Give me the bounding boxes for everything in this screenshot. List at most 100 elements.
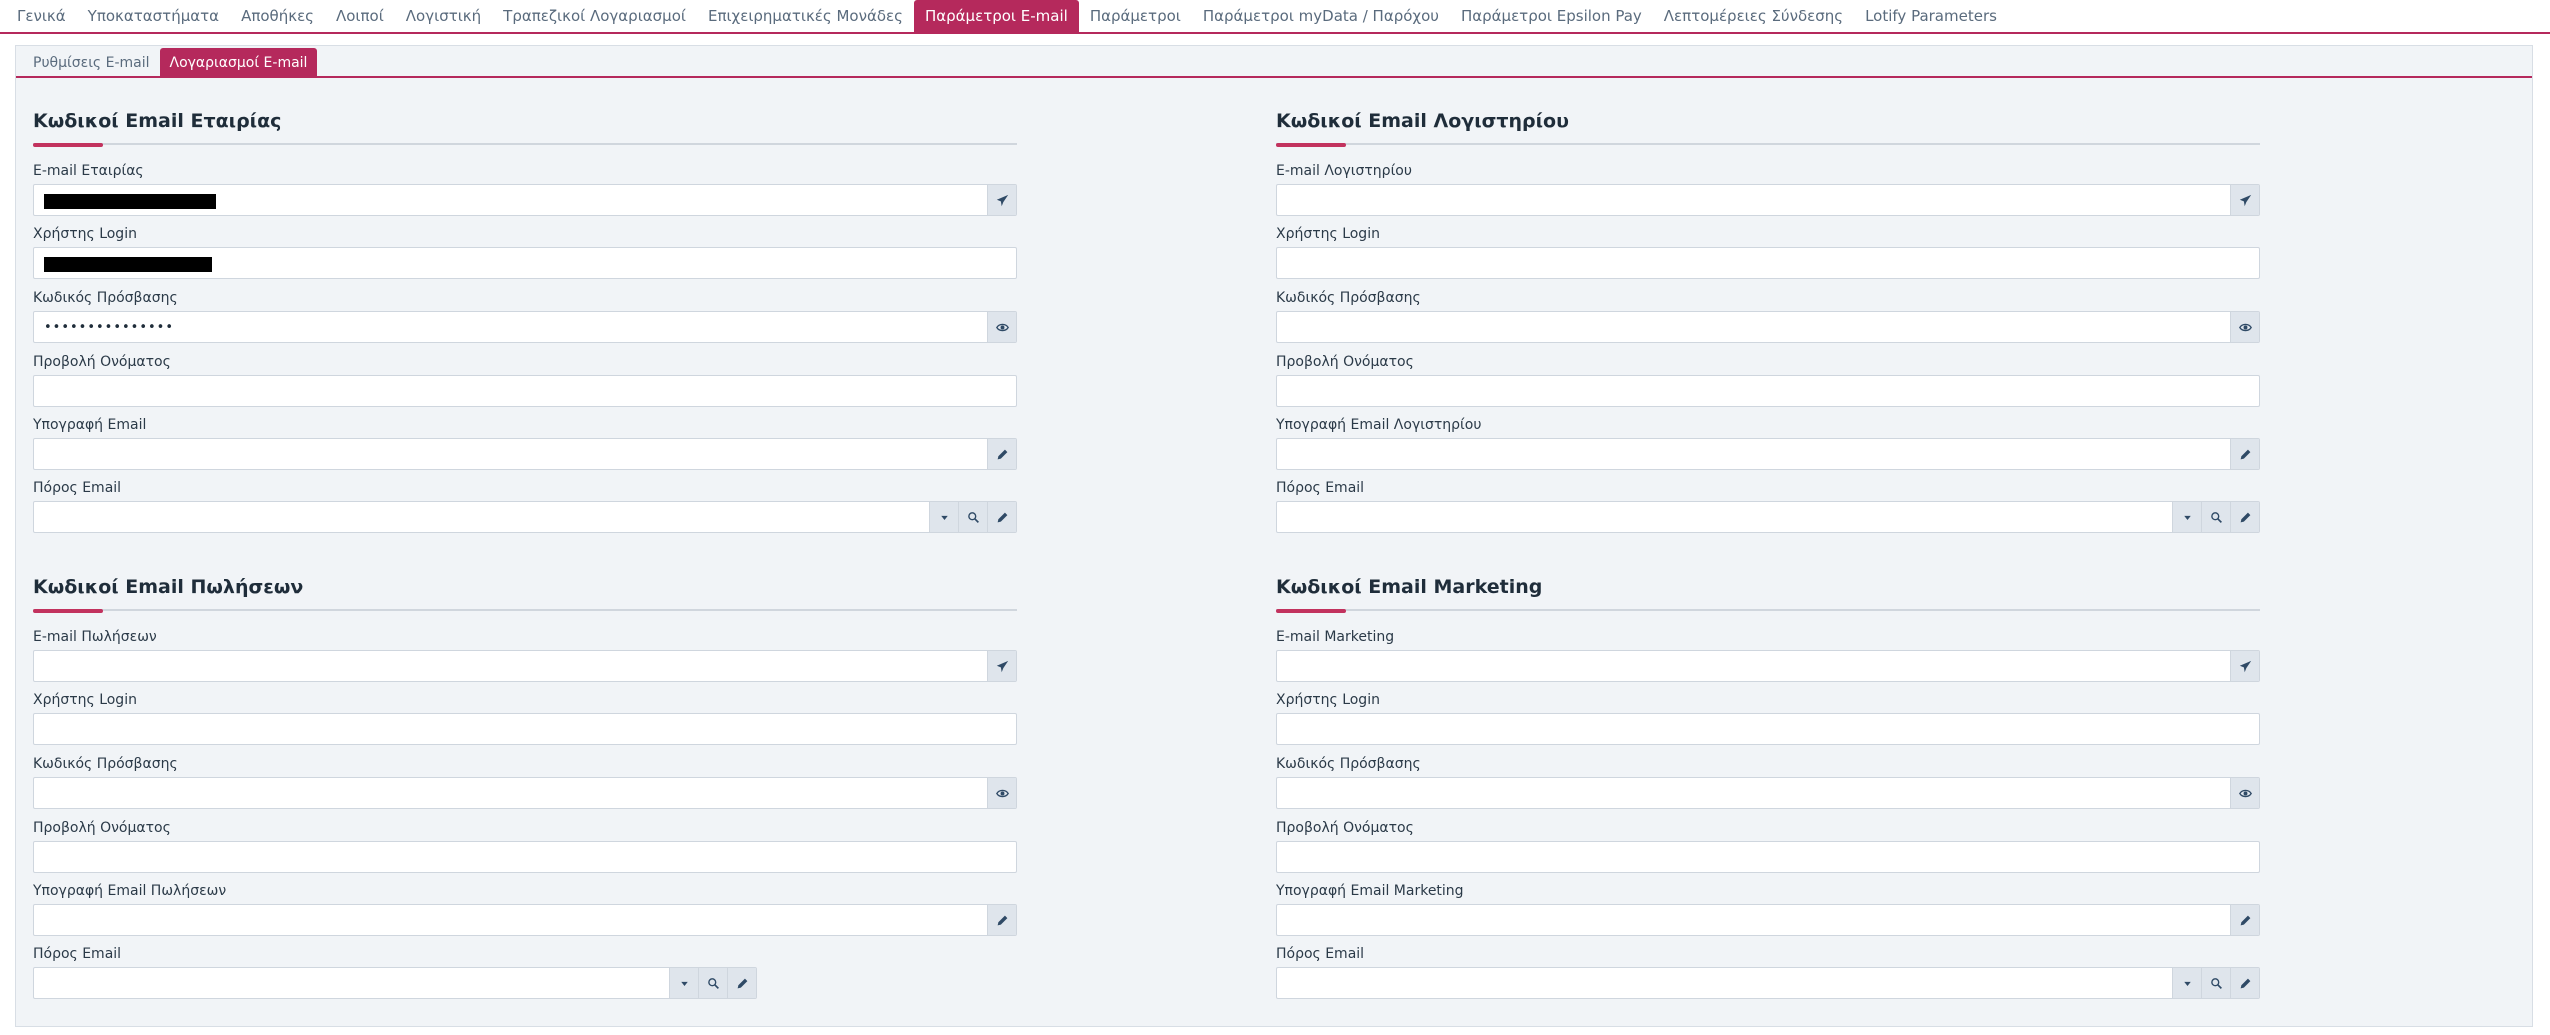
display-name-field <box>1276 841 2260 873</box>
login-input[interactable] <box>1277 714 2259 744</box>
dropdown-button[interactable] <box>2172 502 2201 532</box>
dropdown-button[interactable] <box>2172 968 2201 998</box>
email-input[interactable] <box>1277 185 2231 215</box>
search-button[interactable] <box>958 502 987 532</box>
email-field <box>33 650 1017 682</box>
resource-label: Πόρος Email <box>1276 946 1365 962</box>
signature-input[interactable] <box>1277 439 2231 469</box>
dropdown-button[interactable] <box>929 502 958 532</box>
search-icon <box>707 977 719 989</box>
paper-plane-icon <box>996 194 1008 206</box>
subtab-email-accounts[interactable]: Λογαριασμοί E-mail <box>159 48 318 78</box>
tab-accounting[interactable]: Λογιστική <box>395 0 492 32</box>
tab-business-units[interactable]: Επιχειρηματικές Μονάδες <box>697 0 914 32</box>
send-button[interactable] <box>2230 185 2259 215</box>
redacted-value <box>44 257 212 272</box>
paper-plane-icon <box>2239 660 2251 672</box>
password-field <box>33 777 1017 809</box>
resource-input[interactable] <box>34 968 670 998</box>
login-input[interactable] <box>1277 248 2259 278</box>
tab-warehouses[interactable]: Αποθήκες <box>230 0 325 32</box>
paper-plane-icon <box>2239 194 2251 206</box>
resource-input[interactable] <box>34 502 930 532</box>
search-icon <box>2210 977 2222 989</box>
subtab-email-settings[interactable]: Ρυθμίσεις E-mail <box>23 48 160 78</box>
login-label: Χρήστης Login <box>33 692 137 708</box>
edit-signature-button[interactable] <box>2230 905 2259 935</box>
email-input[interactable] <box>1277 651 2231 681</box>
signature-label: Υπογραφή Email Marketing <box>1276 883 1464 899</box>
send-button[interactable] <box>2230 651 2259 681</box>
tab-mydata-parameters[interactable]: Παράμετροι myData / Παρόχου <box>1192 0 1450 32</box>
signature-field <box>33 904 1017 936</box>
password-field <box>1276 311 2260 343</box>
show-password-button[interactable] <box>987 778 1016 808</box>
tab-lotify-parameters[interactable]: Lotify Parameters <box>1854 0 2008 32</box>
display-name-label: Προβολή Ονόματος <box>1276 820 1414 836</box>
send-button[interactable] <box>987 651 1016 681</box>
display-name-field <box>1276 375 2260 407</box>
send-button[interactable] <box>987 185 1016 215</box>
pencil-icon <box>2240 915 2250 925</box>
dropdown-button[interactable] <box>669 968 698 998</box>
tab-epsilon-pay-parameters[interactable]: Παράμετροι Epsilon Pay <box>1450 0 1653 32</box>
resource-input[interactable] <box>1277 968 2173 998</box>
edit-button[interactable] <box>2230 502 2259 532</box>
display-name-input[interactable] <box>34 376 1016 406</box>
resource-input[interactable] <box>1277 502 2173 532</box>
search-button[interactable] <box>698 968 727 998</box>
login-field <box>33 247 1017 279</box>
password-label: Κωδικός Πρόσβασης <box>1276 290 1421 306</box>
section-divider <box>33 609 1017 613</box>
show-password-button[interactable] <box>2230 312 2259 342</box>
signature-input[interactable] <box>1277 905 2231 935</box>
pencil-icon <box>997 512 1007 522</box>
email-field <box>1276 650 2260 682</box>
password-field <box>33 311 1017 343</box>
edit-button[interactable] <box>2230 968 2259 998</box>
password-input[interactable] <box>1277 778 2231 808</box>
section-title: Κωδικοί Email Λογιστηρίου <box>1276 110 1569 132</box>
search-button[interactable] <box>2201 968 2230 998</box>
password-input[interactable] <box>34 312 988 342</box>
caret-down-icon <box>2183 515 2191 520</box>
tab-general[interactable]: Γενικά <box>6 0 77 32</box>
tab-connection-details[interactable]: Λεπτομέρειες Σύνδεσης <box>1653 0 1854 32</box>
show-password-button[interactable] <box>987 312 1016 342</box>
password-field <box>1276 777 2260 809</box>
display-name-input[interactable] <box>1277 842 2259 872</box>
login-field <box>1276 247 2260 279</box>
edit-signature-button[interactable] <box>987 439 1016 469</box>
display-name-input[interactable] <box>1277 376 2259 406</box>
edit-button[interactable] <box>987 502 1016 532</box>
signature-input[interactable] <box>34 439 988 469</box>
search-icon <box>967 511 979 523</box>
password-input[interactable] <box>1277 312 2231 342</box>
login-input[interactable] <box>34 714 1016 744</box>
signature-input[interactable] <box>34 905 988 935</box>
resource-label: Πόρος Email <box>1276 480 1365 496</box>
edit-signature-button[interactable] <box>2230 439 2259 469</box>
edit-button[interactable] <box>727 968 756 998</box>
login-field <box>1276 713 2260 745</box>
tab-email-parameters[interactable]: Παράμετροι E-mail <box>913 0 1079 32</box>
pencil-icon <box>2240 512 2250 522</box>
login-label: Χρήστης Login <box>1276 226 1380 242</box>
section-divider <box>33 143 1017 147</box>
pencil-icon <box>737 978 747 988</box>
edit-signature-button[interactable] <box>987 905 1016 935</box>
show-password-button[interactable] <box>2230 778 2259 808</box>
section-title: Κωδικοί Email Marketing <box>1276 576 1543 598</box>
search-button[interactable] <box>2201 502 2230 532</box>
display-name-input[interactable] <box>34 842 1016 872</box>
password-input[interactable] <box>34 778 988 808</box>
signature-label: Υπογραφή Email Πωλήσεων <box>33 883 227 899</box>
tab-parameters[interactable]: Παράμετροι <box>1079 0 1192 32</box>
eye-icon <box>995 789 1009 797</box>
tab-branches[interactable]: Υποκαταστήματα <box>77 0 230 32</box>
tab-bank-accounts[interactable]: Τραπεζικοί Λογαριασμοί <box>492 0 697 32</box>
email-accounts-panel: Ρυθμίσεις E-mail Λογαριασμοί E-mail Κωδι… <box>15 45 2533 1027</box>
email-input[interactable] <box>34 651 988 681</box>
tab-other[interactable]: Λοιποί <box>325 0 395 32</box>
pencil-icon <box>997 449 1007 459</box>
